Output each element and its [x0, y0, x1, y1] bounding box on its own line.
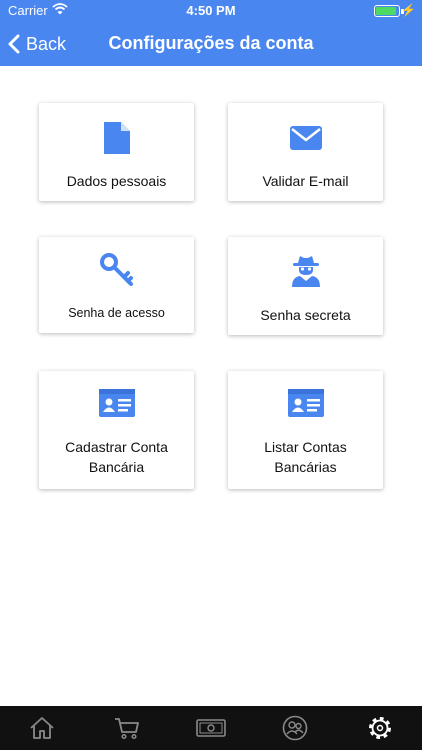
users-icon	[283, 715, 308, 741]
navigation-bar: Back Configurações da conta	[0, 22, 422, 66]
card-label: Listar Contas Bancárias	[264, 439, 347, 475]
card-label: Senha de acesso	[68, 306, 165, 320]
card-validar-email[interactable]: Validar E-mail	[228, 103, 383, 201]
home-icon	[30, 717, 54, 739]
tab-home[interactable]	[0, 706, 84, 750]
battery-fill	[376, 7, 396, 15]
back-label: Back	[26, 33, 67, 54]
battery-icon	[374, 5, 400, 17]
card-senha-secreta[interactable]: Senha secreta	[228, 237, 383, 335]
key-icon	[99, 250, 135, 290]
money-icon	[196, 719, 226, 737]
spy-icon	[291, 251, 321, 291]
card-senha-de-acesso[interactable]: Senha de acesso	[39, 237, 194, 333]
charging-icon: ⚡	[401, 3, 416, 17]
card-label: Validar E-mail	[262, 173, 349, 189]
cart-icon	[114, 718, 139, 740]
document-icon	[102, 118, 132, 158]
back-button[interactable]: Back	[8, 30, 66, 58]
card-dados-pessoais[interactable]: Dados pessoais	[39, 103, 194, 201]
header: Carrier 4:50 PM ⚡ Back Configurações da …	[0, 0, 422, 66]
status-bar: Carrier 4:50 PM ⚡	[0, 0, 422, 22]
tab-users[interactable]	[253, 706, 337, 750]
card-cadastrar-conta-bancaria[interactable]: Cadastrar Conta Bancária	[39, 371, 194, 489]
tab-cart[interactable]	[84, 706, 168, 750]
settings-icon	[368, 717, 391, 739]
tab-bar	[0, 706, 422, 750]
tab-settings[interactable]	[338, 706, 422, 750]
tab-money[interactable]	[169, 706, 253, 750]
card-listar-contas-bancarias[interactable]: Listar Contas Bancárias	[228, 371, 383, 489]
card-label: Cadastrar Conta Bancária	[65, 439, 168, 475]
status-time: 4:50 PM	[186, 3, 236, 18]
card-label: Senha secreta	[260, 307, 351, 323]
card-label: Dados pessoais	[66, 173, 167, 189]
id-card-icon	[98, 383, 136, 423]
chevron-left-icon	[8, 34, 20, 54]
id-card-icon	[287, 383, 325, 423]
envelope-icon	[289, 118, 323, 158]
